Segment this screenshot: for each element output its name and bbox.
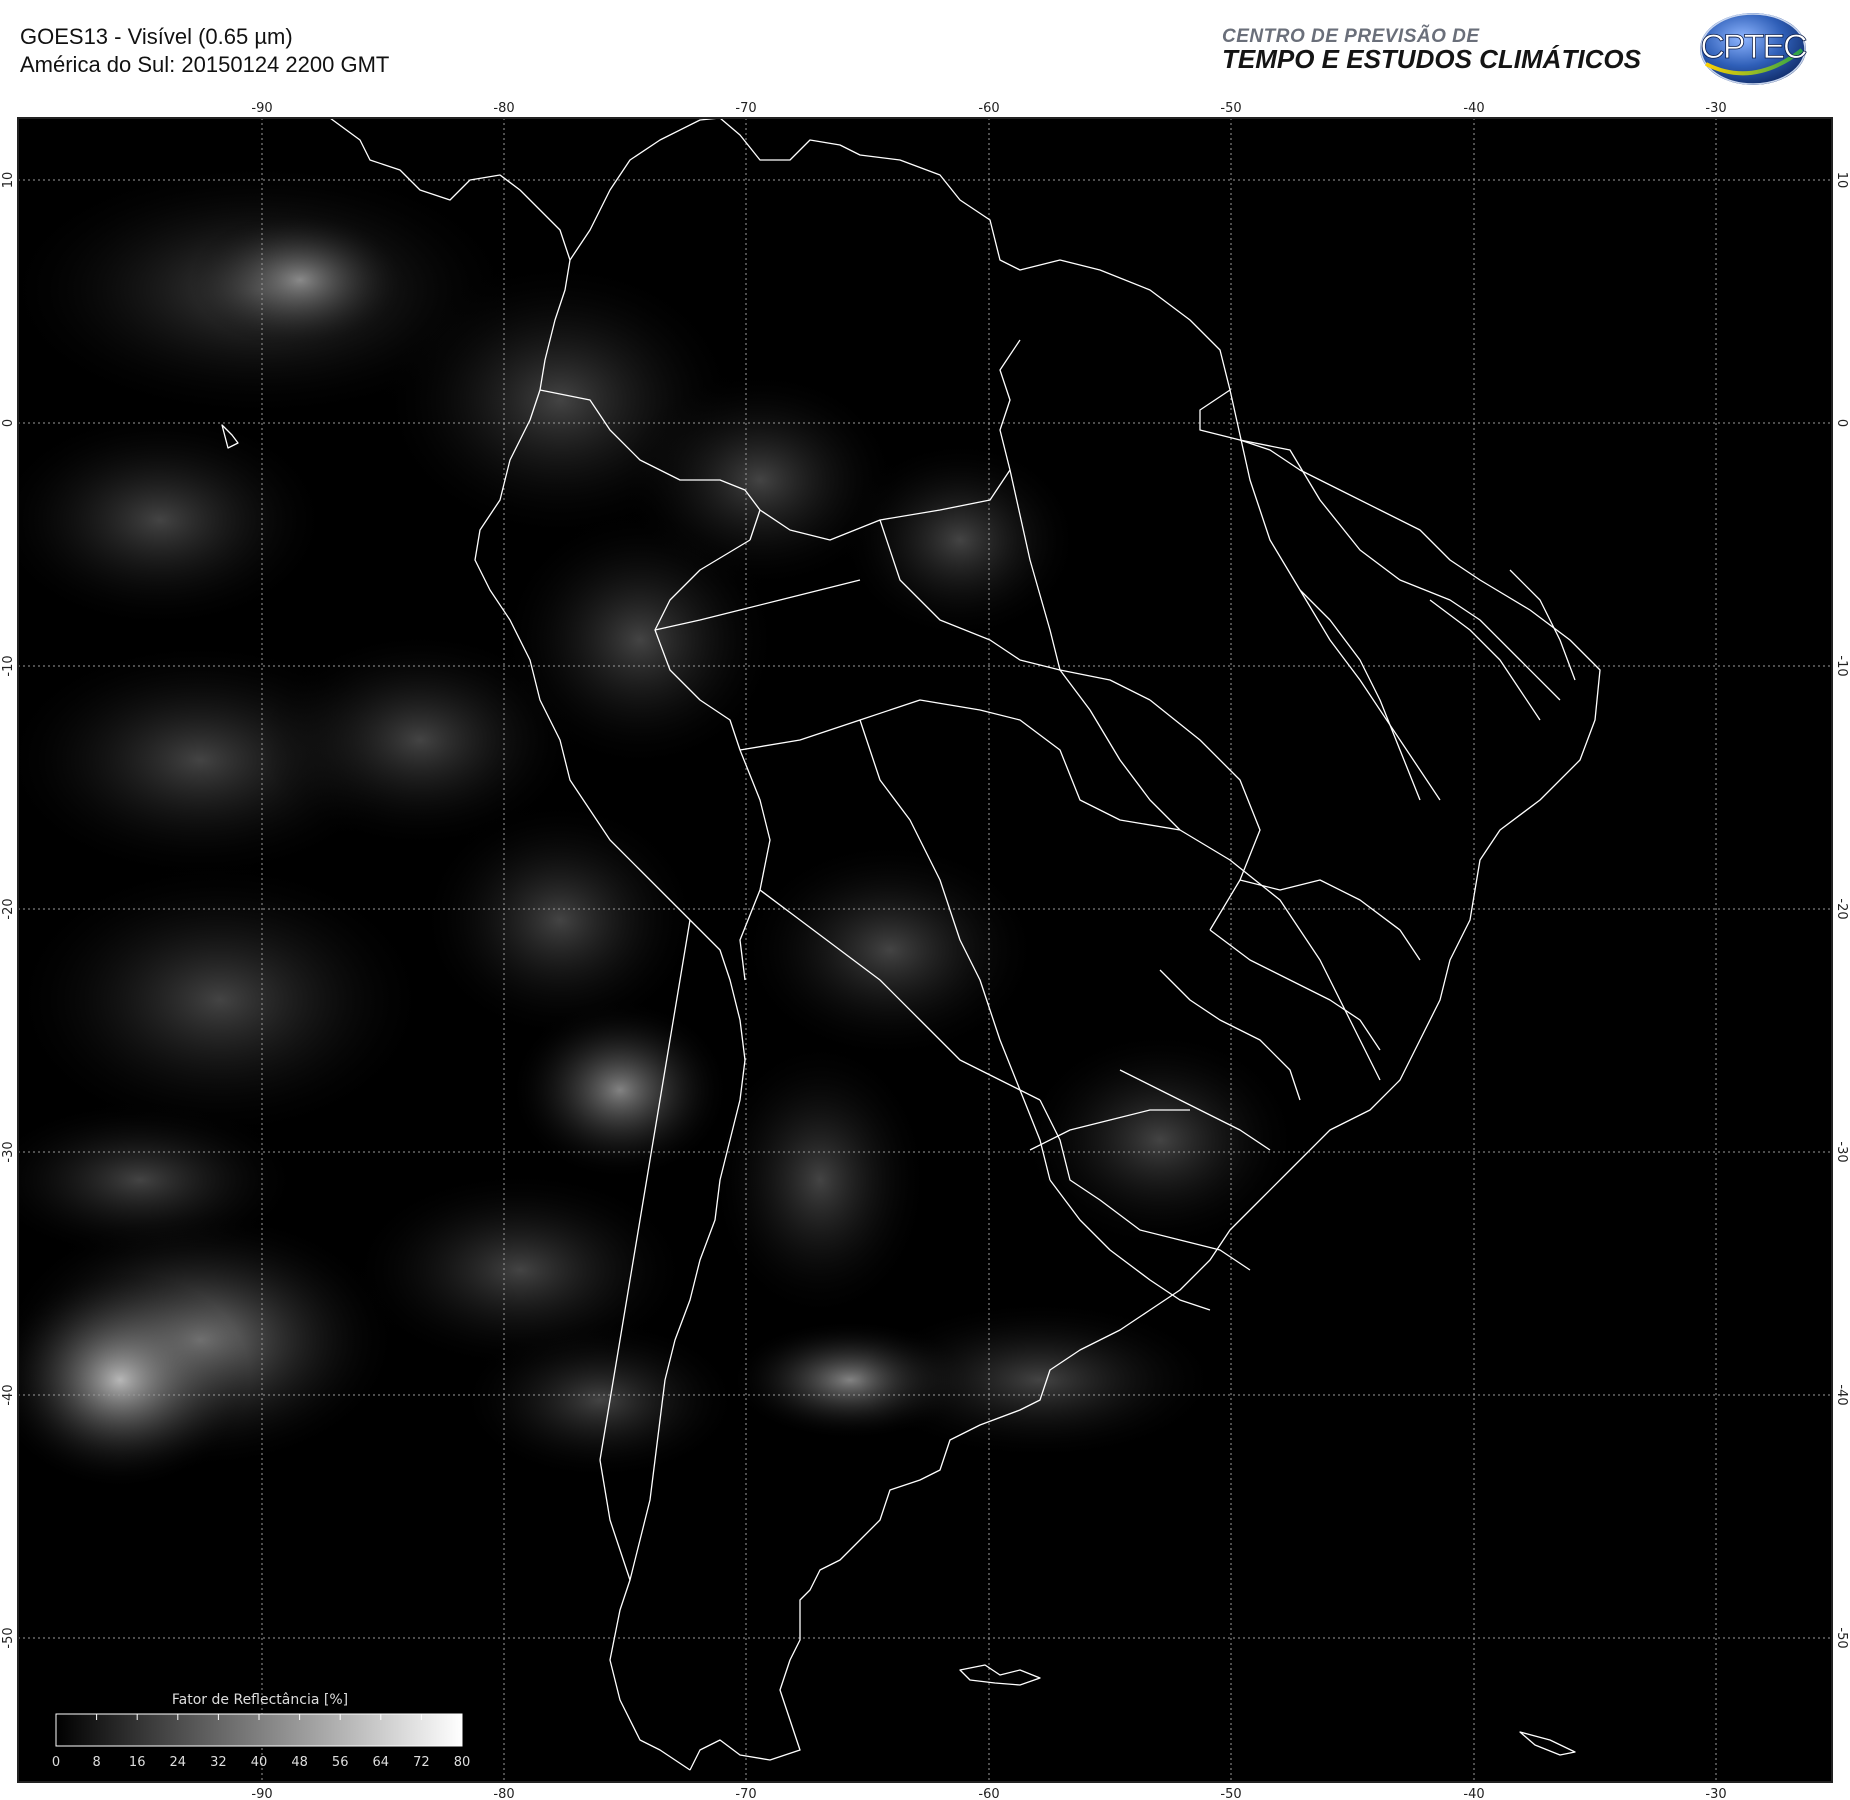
lat-label: -10	[1834, 655, 1849, 676]
colorbar-tick: 72	[413, 1755, 430, 1770]
lat-label: -50	[1834, 1627, 1849, 1648]
lat-label: -10	[1, 655, 16, 676]
latitude-labels-right: 10 0 -10 -20 -30 -40 -50	[1834, 172, 1849, 1649]
header: GOES13 - Visível (0.65 µm) América do Su…	[0, 0, 1850, 100]
lon-label: -90	[251, 101, 272, 116]
lon-label: -70	[735, 101, 756, 116]
lat-label: 0	[1834, 419, 1849, 427]
lon-label: -90	[251, 1787, 272, 1800]
lat-label: -40	[1, 1384, 16, 1405]
colorbar-tick: 24	[170, 1755, 187, 1770]
region-datetime: América do Sul: 20150124 2200 GMT	[20, 52, 390, 77]
colorbar-tick: 40	[251, 1755, 268, 1770]
colorbar-tick: 80	[454, 1755, 471, 1770]
lat-label: -30	[1834, 1141, 1849, 1162]
lat-label: -20	[1834, 898, 1849, 919]
lon-label: -80	[493, 101, 514, 116]
lat-label: -50	[1, 1627, 16, 1648]
product-title: GOES13 - Visível (0.65 µm)	[20, 24, 293, 49]
lon-label: -30	[1705, 1787, 1726, 1800]
map-frame: -90 -80 -70 -60 -50 -40 -30 -90 -80 -70 …	[0, 100, 1850, 1800]
colorbar-tick: 32	[210, 1755, 227, 1770]
colorbar-tick: 8	[92, 1755, 100, 1770]
lat-label: -30	[1, 1141, 16, 1162]
lon-label: -30	[1705, 101, 1726, 116]
lat-label: 10	[1834, 172, 1849, 189]
colorbar-tick: 0	[52, 1755, 60, 1770]
lat-label: -20	[1, 898, 16, 919]
lat-label: -40	[1834, 1384, 1849, 1405]
longitude-labels-bottom: -90 -80 -70 -60 -50 -40 -30	[251, 1787, 1726, 1800]
colorbar-tick: 64	[373, 1755, 390, 1770]
lon-label: -50	[1220, 101, 1241, 116]
lon-label: -40	[1463, 1787, 1484, 1800]
lon-label: -50	[1220, 1787, 1241, 1800]
lon-label: -60	[978, 1787, 999, 1800]
lon-label: -60	[978, 101, 999, 116]
lat-label: 10	[1, 172, 16, 189]
longitude-labels-top: -90 -80 -70 -60 -50 -40 -30	[251, 101, 1726, 116]
cptec-logo: CPTEC	[1700, 13, 1808, 85]
latitude-labels-left: 10 0 -10 -20 -30 -40 -50	[1, 172, 16, 1649]
satellite-map: -90 -80 -70 -60 -50 -40 -30 -90 -80 -70 …	[1, 101, 1849, 1800]
lat-label: 0	[1, 419, 16, 427]
logo-text: CPTEC	[1700, 28, 1807, 66]
colorbar-title: Fator de Reflectância [%]	[172, 1692, 348, 1708]
colorbar-tick: 56	[332, 1755, 349, 1770]
colorbar-tick: 16	[129, 1755, 146, 1770]
colorbar-tick: 48	[291, 1755, 308, 1770]
org-name-line2: TEMPO E ESTUDOS CLIMÁTICOS	[1222, 44, 1641, 74]
lon-label: -40	[1463, 101, 1484, 116]
lon-label: -70	[735, 1787, 756, 1800]
lon-label: -80	[493, 1787, 514, 1800]
